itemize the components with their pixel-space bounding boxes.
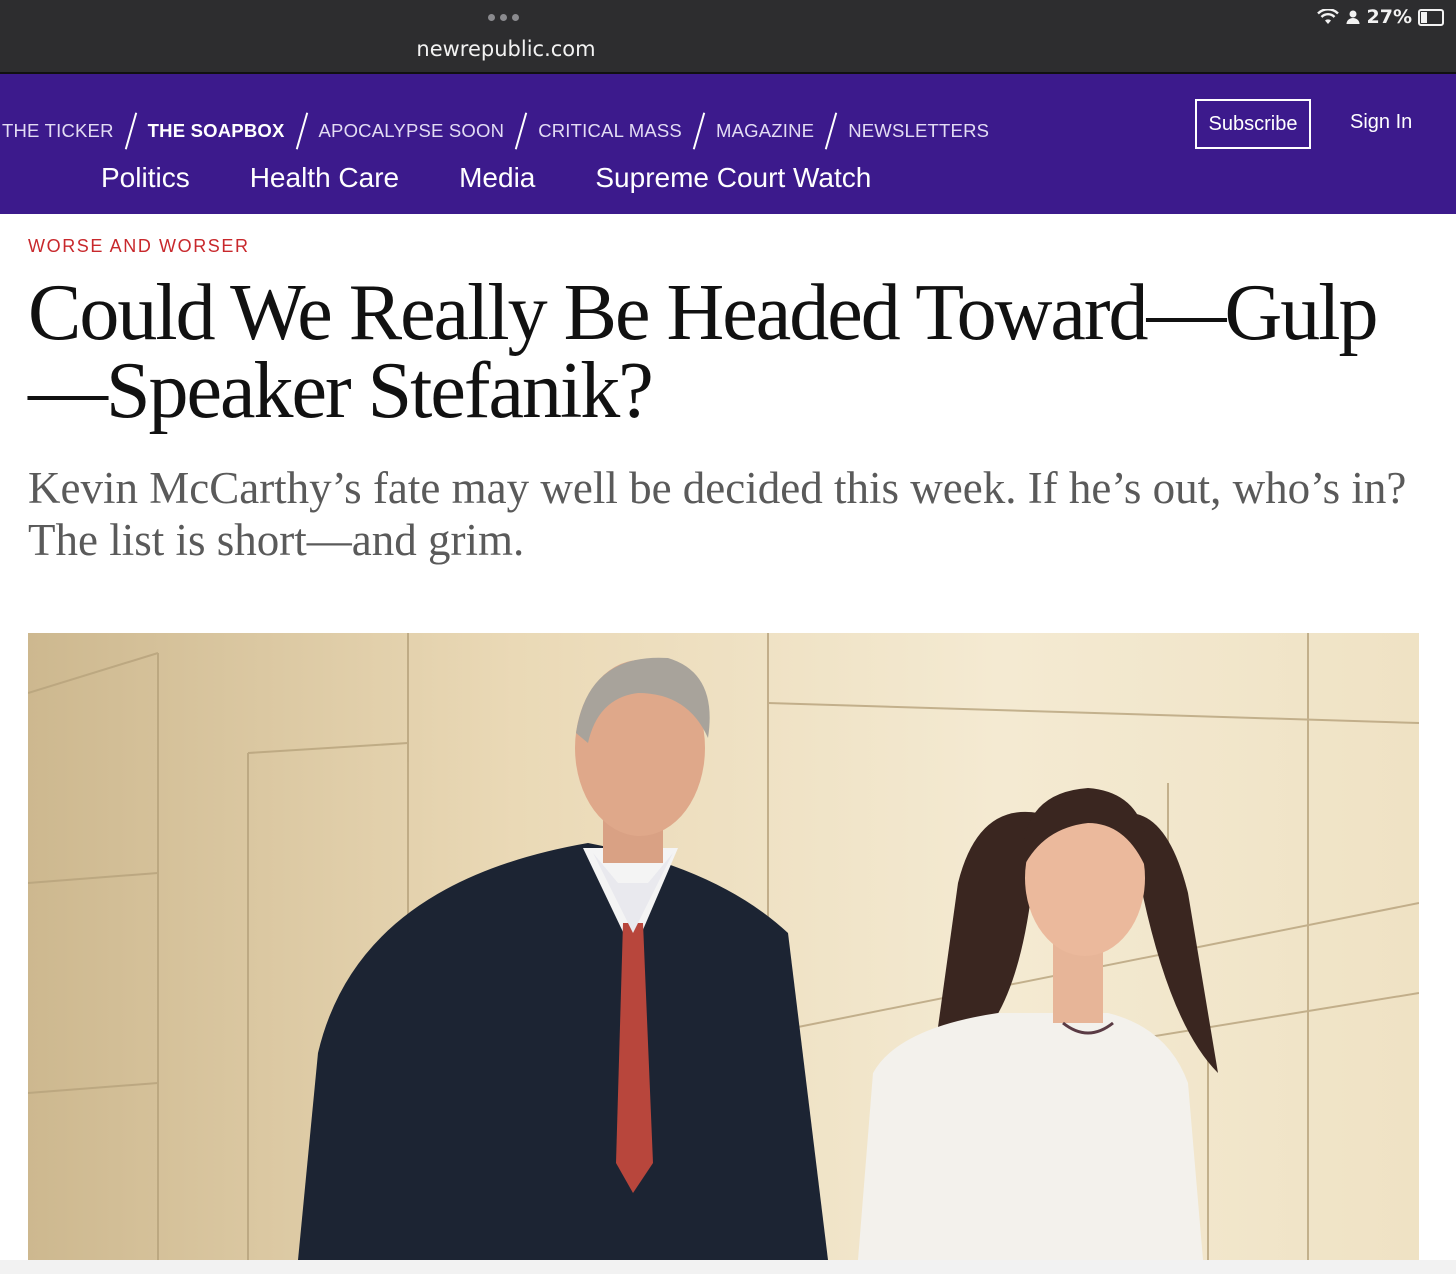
nav-link-magazine[interactable]: MAGAZINE: [716, 120, 814, 142]
nav-divider: [125, 112, 137, 150]
status-bar: 27%: [1316, 6, 1444, 28]
nav-link-apocalypse-soon[interactable]: APOCALYPSE SOON: [319, 120, 505, 142]
nav-link-the-soapbox[interactable]: THE SOAPBOX: [148, 120, 285, 142]
article-dek: Kevin McCarthy’s fate may well be decide…: [28, 463, 1407, 565]
site-nav: THE TICKER THE SOAPBOX APOCALYPSE SOON C…: [0, 74, 1456, 214]
battery-icon: [1418, 8, 1444, 26]
subscribe-button[interactable]: Subscribe: [1195, 99, 1311, 149]
sign-in-link[interactable]: Sign In: [1350, 111, 1412, 134]
nav-divider: [693, 112, 705, 150]
topic-link-supreme-court-watch[interactable]: Supreme Court Watch: [595, 162, 871, 194]
topic-link-politics[interactable]: Politics: [101, 162, 190, 194]
lead-photo: [28, 633, 1419, 1260]
browser-chrome: newrepublic.com 27%: [0, 0, 1456, 74]
nav-divider: [296, 112, 308, 150]
more-dots-icon[interactable]: [488, 14, 519, 21]
topic-link-health-care[interactable]: Health Care: [250, 162, 399, 194]
url-bar[interactable]: newrepublic.com: [0, 37, 1012, 61]
article-kicker[interactable]: WORSE AND WORSER: [28, 236, 250, 257]
bottom-toolbar-edge: [0, 1260, 1456, 1274]
nav-divider: [515, 112, 527, 150]
nav-link-the-ticker[interactable]: THE TICKER: [2, 120, 114, 142]
person-icon: [1346, 10, 1360, 24]
section-links: THE TICKER THE SOAPBOX APOCALYPSE SOON C…: [2, 112, 989, 150]
nav-link-critical-mass[interactable]: CRITICAL MASS: [538, 120, 682, 142]
nav-divider: [825, 112, 837, 150]
article-headline: Could We Really Be Headed Toward—Gulp—Sp…: [28, 269, 1379, 435]
battery-percent: 27%: [1366, 6, 1412, 28]
topic-links: Politics Health Care Media Supreme Court…: [101, 162, 871, 194]
wifi-icon: [1316, 9, 1339, 24]
lead-photo-illustration: [28, 633, 1419, 1260]
nav-link-newsletters[interactable]: NEWSLETTERS: [848, 120, 989, 142]
topic-link-media[interactable]: Media: [459, 162, 535, 194]
